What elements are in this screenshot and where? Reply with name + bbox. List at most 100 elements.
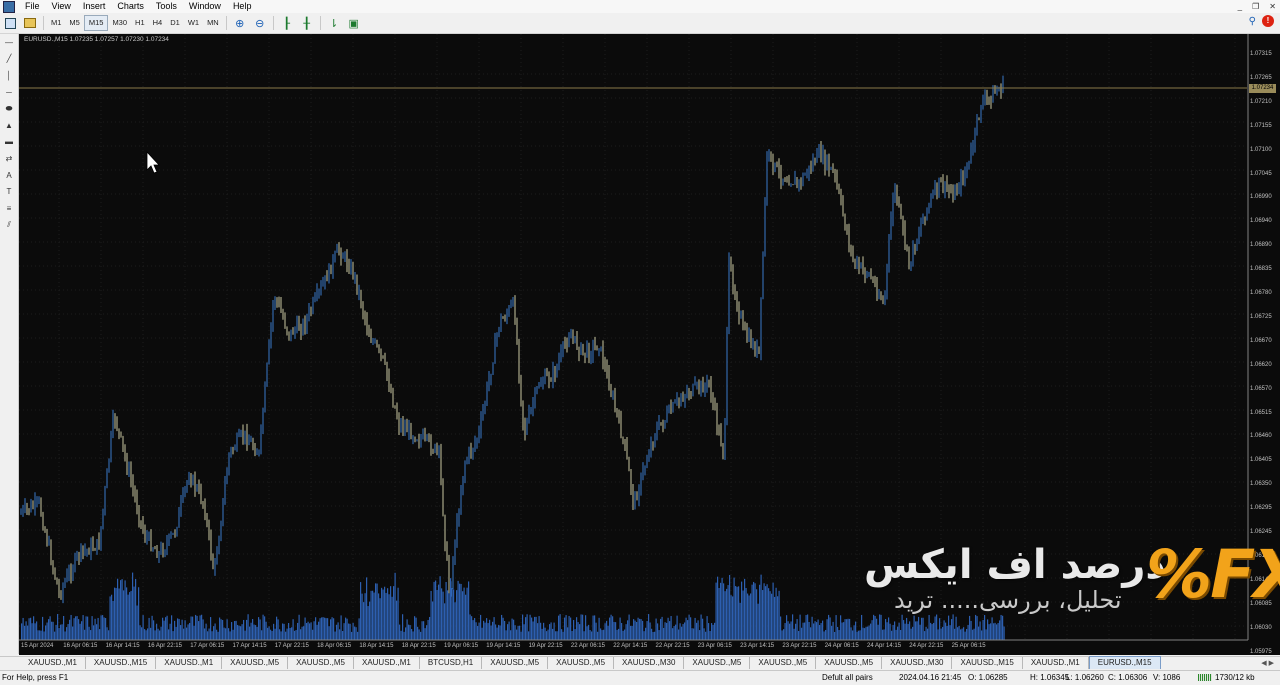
fibonacci-icon[interactable]: ≡ [0,200,18,217]
zoom-out-icon[interactable]: ⊖ [252,15,268,31]
menu-insert[interactable]: Insert [77,0,112,13]
volume-bar [364,593,366,640]
timeframe-m15-button[interactable]: M15 [83,15,109,31]
chart-tab[interactable]: XAUUSD.,M30 [882,657,953,669]
chart-tab[interactable]: XAUUSD.,M15 [952,657,1023,669]
trend-line-icon[interactable]: ╱ [0,51,18,68]
volume-bar [321,617,323,640]
volume-bar [129,592,131,640]
chart-tab[interactable]: XAUUSD.,M5 [482,657,549,669]
restore-icon[interactable]: ❐ [1252,0,1259,13]
volume-bar [421,621,423,640]
folder-icon [24,18,36,28]
volume-bar [618,628,620,640]
zoom-in-icon[interactable]: ⊕ [232,15,248,31]
volume-bar [126,587,128,640]
triangle-icon[interactable]: ▲ [0,117,18,134]
timeframe-m1-button[interactable]: M1 [47,16,65,30]
volume-bar [576,617,578,640]
volume-bar [51,621,53,640]
auto-scroll-icon[interactable]: ▣ [346,15,362,31]
chart-tab[interactable]: XAUUSD.,M5 [222,657,289,669]
timeframe-w1-button[interactable]: W1 [184,16,203,30]
volume-bar [223,627,225,640]
text-icon[interactable]: A [0,167,18,184]
chart-tab[interactable]: XAUUSD.,M5 [288,657,354,669]
volume-bar [673,626,675,640]
menu-bar: File View Insert Charts Tools Window Hel… [0,0,1280,13]
volume-bar [441,588,443,640]
volume-bar [442,591,444,640]
volume-bar [775,587,777,640]
candlestick-icon[interactable]: ╂ [299,15,315,31]
menu-help[interactable]: Help [227,0,258,13]
volume-bar [453,589,455,640]
chart-tab[interactable]: XAUUSD.,M5 [816,657,883,669]
chart-tab[interactable]: XAUUSD.,M1 [156,657,223,669]
chart-tab[interactable]: XAUUSD.,M30 [614,657,685,669]
volume-bar [864,628,866,640]
chart-tab[interactable]: EURUSD.,M15 [1088,656,1161,669]
volume-bar [396,600,398,640]
text-label-icon[interactable]: T [0,183,18,200]
volume-bar [555,631,557,640]
menu-tools[interactable]: Tools [150,0,183,13]
profiles-button[interactable] [22,15,38,31]
volume-bar [774,596,776,640]
volume-bar [136,605,138,640]
volume-bar [340,615,342,640]
rectangle-icon[interactable]: ▬ [0,134,18,151]
volume-bar [637,617,639,640]
menu-window[interactable]: Window [183,0,227,13]
line-chart-icon[interactable]: ⇂ [326,15,342,31]
menu-view[interactable]: View [46,0,77,13]
timeframe-m5-button[interactable]: M5 [65,16,83,30]
volume-bar [400,630,402,640]
chart-window[interactable]: EURUSD.,M15 1.07235 1.07257 1.07230 1.07… [19,34,1280,655]
volume-bar [747,593,749,640]
vertical-line-icon[interactable]: │ [0,67,18,84]
menu-charts[interactable]: Charts [111,0,150,13]
close-icon[interactable]: ✕ [1269,0,1276,13]
tab-scroll-arrows[interactable]: ◀ ▶ [1261,657,1274,670]
chart-tab[interactable]: BTCUSD,H1 [420,657,483,669]
arrows-icon[interactable]: ⇄ [0,150,18,167]
timeframe-d1-button[interactable]: D1 [166,16,184,30]
volume-bar [892,624,894,640]
menu-file[interactable]: File [19,0,46,13]
search-icon[interactable]: ⚲ [1249,16,1256,27]
channel-icon[interactable]: ⫽ [0,217,18,234]
minimize-icon[interactable]: _ [1238,0,1242,13]
notification-icon[interactable]: ! [1262,15,1274,27]
mouse-cursor-icon [146,150,160,174]
timeframe-mn-button[interactable]: MN [203,16,223,30]
chart-tab[interactable]: XAUUSD.,M15 [86,657,157,669]
volume-bar [433,581,435,640]
new-chart-button[interactable] [2,15,18,31]
volume-bar [159,630,161,640]
volume-bar [685,617,687,640]
chart-tab[interactable]: XAUUSD.,M5 [684,657,751,669]
time-axis-label: 18 Apr 22:15 [401,643,436,649]
volume-bar [402,614,404,640]
chart-tabs-bar: XAUUSD.,M1 XAUUSD.,M15 XAUUSD.,M1 XAUUSD.,M… [0,656,1280,669]
bar-chart-icon[interactable]: ┠ [279,15,295,31]
chart-tab[interactable]: XAUUSD.,M5 [750,657,817,669]
volume-bar [399,624,401,640]
horizontal-line-icon[interactable]: — [0,34,18,51]
chart-tab[interactable]: XAUUSD.,M5 [548,657,615,669]
volume-bar [375,583,377,640]
timeframe-h1-button[interactable]: H1 [131,16,149,30]
timeframe-h4-button[interactable]: H4 [149,16,167,30]
chart-tab[interactable]: XAUUSD.,M1 [20,657,86,669]
ellipse-icon[interactable]: ⬬ [0,100,18,117]
chart-tab[interactable]: XAUUSD.,M1 [354,657,420,669]
chart-tab[interactable]: XAUUSD.,M1 [1023,657,1089,669]
volume-bar [546,631,548,640]
timeframe-m30-button[interactable]: M30 [108,16,131,30]
volume-bar [361,593,363,640]
volume-bar [913,615,915,640]
volume-bar [301,626,303,640]
volume-bar [214,623,216,640]
volume-bar [163,620,165,640]
